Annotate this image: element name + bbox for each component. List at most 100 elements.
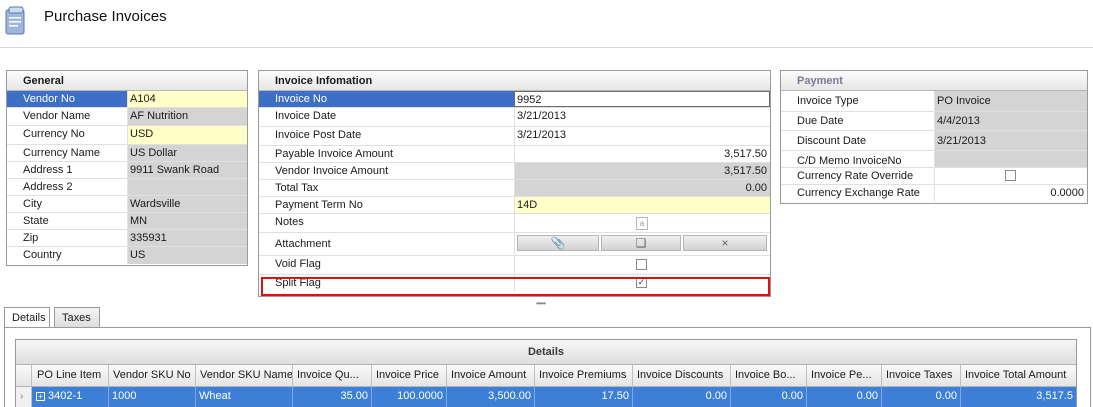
cell-invoice-total-amount[interactable]: 3,517.5 (961, 387, 1076, 407)
field-payment-term-no[interactable]: Payment Term No 14D (259, 197, 770, 214)
field-currency-no[interactable]: Currency No USD (7, 126, 247, 145)
field-label: Invoice Date (275, 110, 337, 122)
void-flag-cell (514, 256, 770, 274)
currency-rate-override-checkbox[interactable] (1005, 170, 1016, 181)
field-country: Country US (7, 247, 247, 264)
field-label: Currency Exchange Rate (797, 187, 920, 199)
field-label: Void Flag (275, 258, 321, 270)
field-invoice-date[interactable]: Invoice Date 3/21/2013 (259, 108, 770, 127)
void-flag-checkbox[interactable] (636, 259, 647, 270)
row-indicator-header (16, 365, 32, 386)
zip-value: 335931 (127, 230, 247, 246)
invoice-info-header: Invoice Infomation (259, 71, 770, 91)
cell-vendor-sku-no[interactable]: 1000 (109, 387, 196, 407)
currency-exchange-rate-input[interactable]: 0.0000 (934, 185, 1087, 202)
payable-invoice-amount-input[interactable]: 3,517.50 (514, 146, 770, 162)
column-header[interactable]: Invoice Discounts (633, 365, 731, 386)
column-header[interactable]: PO Line Item (33, 365, 109, 386)
expand-icon[interactable]: + (36, 392, 45, 401)
city-value: Wardsville (127, 196, 247, 212)
field-city: City Wardsville (7, 196, 247, 213)
field-vendor-no[interactable]: Vendor No A104 (7, 91, 247, 108)
total-tax-value: 0.00 (514, 180, 770, 196)
cell-invoice-price[interactable]: 100.0000 (372, 387, 447, 407)
page-header: Purchase Invoices (0, 0, 1093, 48)
column-header[interactable]: Vendor SKU Name (196, 365, 293, 386)
field-cd-memo-invoice-no: C/D Memo InvoiceNo (781, 151, 1087, 168)
field-invoice-no[interactable]: Invoice No 9952 (259, 91, 770, 108)
cell-po-line-item[interactable]: +3402-1 (33, 387, 109, 407)
row-selector-icon[interactable]: › (16, 387, 32, 407)
column-header[interactable]: Invoice Amount (447, 365, 535, 386)
field-currency-name: Currency Name US Dollar (7, 145, 247, 162)
field-label: Payment Term No (275, 199, 363, 211)
copy-icon[interactable]: ❏ (601, 235, 681, 251)
due-date-value: 4/4/2013 (934, 112, 1087, 130)
column-header[interactable]: Invoice Price (372, 365, 447, 386)
payment-panel: Payment Invoice Type PO Invoice Due Date 4… (780, 70, 1088, 204)
column-header[interactable]: Invoice Qu... (293, 365, 372, 386)
column-header[interactable]: Invoice Total Amount (961, 365, 1076, 386)
field-label: Currency Name (23, 147, 101, 159)
general-panel: General Vendor No A104 Vendor Name AF Nutr… (6, 70, 248, 266)
cell-vendor-sku-name[interactable]: Wheat (196, 387, 293, 407)
cell-invoice-quantity[interactable]: 35.00 (293, 387, 372, 407)
field-label: Attachment (275, 238, 331, 250)
invoice-no-input[interactable]: 9952 (514, 91, 770, 107)
delete-icon[interactable]: × (683, 235, 767, 251)
field-label: Due Date (797, 115, 844, 127)
field-label: Invoice Post Date (275, 129, 362, 141)
field-label: Vendor No (7, 91, 127, 107)
paperclip-icon[interactable]: 📎 (517, 235, 599, 251)
column-header[interactable]: Invoice Taxes (882, 365, 961, 386)
discount-date-value: 3/21/2013 (934, 131, 1087, 150)
address-1-value: 9911 Swank Road (127, 162, 247, 178)
note-icon[interactable]: a (636, 217, 648, 230)
invoice-info-panel: Invoice Infomation Invoice No 9952 Invoic… (258, 70, 771, 297)
currency-name-value: US Dollar (127, 145, 247, 161)
panel-splitter[interactable]: ••••• (0, 298, 1093, 308)
cell-invoice-amount[interactable]: 3,500.00 (447, 387, 535, 407)
notes-cell: a (514, 214, 770, 232)
currency-no-input[interactable]: USD (127, 126, 247, 144)
field-label: Discount Date (797, 135, 867, 147)
tab-taxes[interactable]: Taxes (54, 307, 100, 328)
field-invoice-post-date[interactable]: Invoice Post Date 3/21/2013 (259, 127, 770, 146)
cell-invoice-pe[interactable]: 0.00 (807, 387, 882, 407)
field-label: Address 1 (23, 164, 73, 176)
field-label: Currency Rate Override (797, 170, 914, 182)
invoice-post-date-input[interactable]: 3/21/2013 (514, 127, 770, 145)
payment-header: Payment (781, 71, 1087, 91)
country-value: US (127, 247, 247, 264)
field-label: Currency No (23, 128, 85, 140)
column-header[interactable]: Invoice Bo... (731, 365, 807, 386)
cell-invoice-taxes[interactable]: 0.00 (882, 387, 961, 407)
field-void-flag: Void Flag (259, 256, 770, 275)
cell-invoice-premiums[interactable]: 17.50 (535, 387, 633, 407)
details-grid: Details PO Line Item Vendor SKU No Vendo… (15, 339, 1077, 407)
field-attachment: Attachment 📎 ❏ × (259, 233, 770, 256)
field-label: State (23, 215, 49, 227)
column-header[interactable]: Invoice Pe... (807, 365, 882, 386)
payment-term-no-input[interactable]: 14D (514, 197, 770, 213)
invoice-type-value: PO Invoice (934, 91, 1087, 111)
field-currency-rate-override: Currency Rate Override (781, 168, 1087, 185)
field-currency-exchange-rate[interactable]: Currency Exchange Rate 0.0000 (781, 185, 1087, 202)
table-row[interactable]: › +3402-1 1000 Wheat 35.00 100.0000 3,50… (16, 387, 1076, 407)
cell-invoice-bo[interactable]: 0.00 (731, 387, 807, 407)
field-address-1: Address 1 9911 Swank Road (7, 162, 247, 179)
column-header[interactable]: Vendor SKU No (109, 365, 196, 386)
cd-memo-value (934, 151, 1087, 167)
field-total-tax: Total Tax 0.00 (259, 180, 770, 197)
field-label: C/D Memo InvoiceNo (797, 155, 902, 167)
invoice-date-input[interactable]: 3/21/2013 (514, 108, 770, 126)
cell-invoice-discounts[interactable]: 0.00 (633, 387, 731, 407)
field-label: Invoice No (259, 91, 514, 107)
field-label: Invoice Type (797, 95, 859, 107)
tab-details[interactable]: Details (4, 307, 50, 329)
field-invoice-type: Invoice Type PO Invoice (781, 91, 1087, 112)
field-payable-invoice-amount[interactable]: Payable Invoice Amount 3,517.50 (259, 146, 770, 163)
vendor-no-input[interactable]: A104 (127, 91, 247, 107)
column-header[interactable]: Invoice Premiums (535, 365, 633, 386)
field-label: Country (23, 249, 62, 261)
